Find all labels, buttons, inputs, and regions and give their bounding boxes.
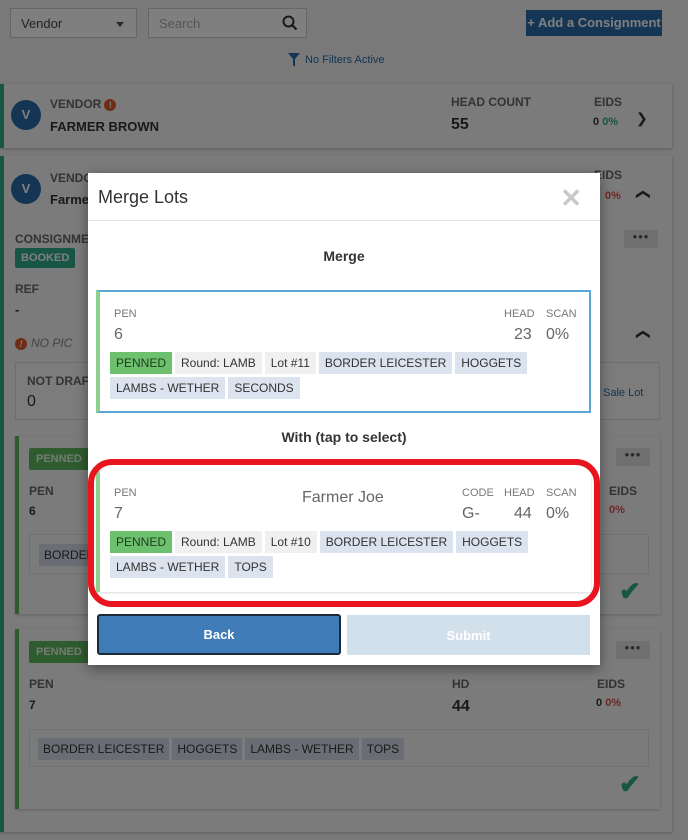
tag-sex: LAMBS - WETHER — [110, 377, 226, 399]
modal-header: Merge Lots ✕ — [88, 173, 600, 221]
code-value: G- — [462, 505, 480, 522]
tag-grade: TOPS — [228, 556, 273, 578]
code-label: CODE — [462, 487, 494, 499]
target-tags: PENNED Round: LAMB Lot #10 BORDER LEICESTER… — [110, 531, 580, 581]
pen-label: PEN — [114, 487, 137, 499]
pen-label: PEN — [114, 308, 137, 320]
target-lot-card[interactable]: PEN 7 Farmer Joe CODE G- HEAD 44 SCAN 0%… — [96, 471, 591, 592]
close-icon[interactable]: ✕ — [560, 183, 582, 214]
scan-label: SCAN — [546, 487, 577, 499]
head-value: 44 — [514, 505, 532, 522]
tag-breed: BORDER LEICESTER — [318, 352, 453, 374]
submit-button[interactable]: Submit — [347, 615, 590, 655]
head-value: 23 — [514, 326, 532, 343]
merge-heading: Merge — [323, 248, 365, 264]
tag-status: PENNED — [110, 352, 173, 374]
scan-label: SCAN — [546, 308, 577, 320]
pen-value: 7 — [114, 505, 123, 522]
modal-title: Merge Lots — [98, 187, 189, 207]
tag-round: Round: LAMB — [175, 531, 262, 553]
tag-status: PENNED — [110, 531, 173, 553]
tag-age: HOGGETS — [455, 352, 528, 374]
tag-round: Round: LAMB — [175, 352, 262, 374]
pen-value: 6 — [114, 326, 123, 343]
source-tags: PENNED Round: LAMB Lot #11 BORDER LEICESTER… — [110, 352, 580, 402]
source-lot-card: PEN 6 HEAD 23 SCAN 0% PENNED Round: LAMB L… — [96, 290, 591, 413]
tag-lot: Lot #10 — [264, 531, 317, 553]
tag-breed: BORDER LEICESTER — [319, 531, 454, 553]
scan-value: 0% — [546, 326, 570, 343]
merge-lots-dialog: Merge Lots ✕ Merge PEN 6 HEAD 23 SCAN 0%… — [88, 173, 600, 665]
with-heading: With (tap to select) — [281, 429, 407, 445]
head-label: HEAD — [504, 308, 535, 320]
head-label: HEAD — [504, 487, 535, 499]
scan-value: 0% — [546, 505, 570, 522]
target-vendor-name: Farmer Joe — [302, 489, 384, 506]
tag-sex: LAMBS - WETHER — [110, 556, 226, 578]
tag-age: HOGGETS — [456, 531, 529, 553]
back-button[interactable]: Back — [97, 614, 341, 655]
tag-lot: Lot #11 — [264, 352, 316, 374]
tag-grade: SECONDS — [228, 377, 300, 399]
